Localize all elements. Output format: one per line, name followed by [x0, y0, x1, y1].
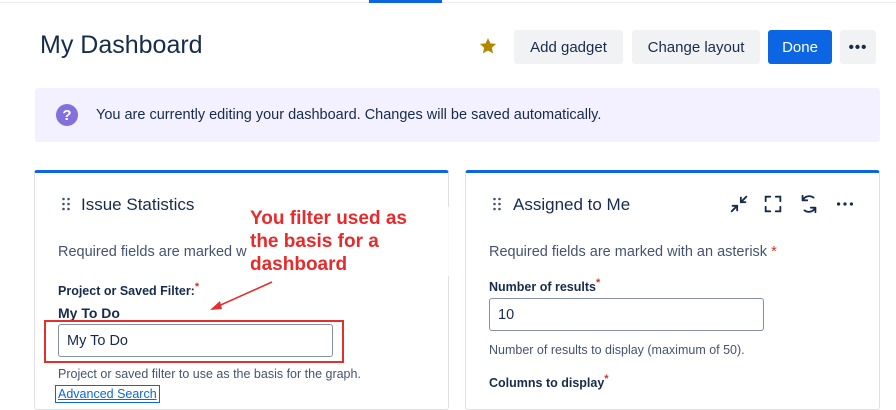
top-nav-strip — [0, 0, 896, 3]
columns-to-display-label-text: Columns to display — [489, 376, 605, 391]
selected-filter-name: My To Do — [58, 305, 120, 321]
drag-handle-icon[interactable] — [61, 197, 71, 211]
filter-help-text: Project or saved filter to use as the ba… — [58, 367, 361, 381]
required-asterisk: * — [771, 244, 777, 260]
number-of-results-help: Number of results to display (maximum of… — [489, 343, 745, 357]
required-asterisk: * — [604, 373, 609, 385]
required-fields-text: Required fields are marked with an aster… — [489, 244, 768, 260]
edit-mode-banner: ? You are currently editing your dashboa… — [35, 88, 880, 142]
gadget-title: Assigned to Me — [513, 195, 631, 214]
minimize-icon[interactable] — [728, 193, 750, 215]
annotation-arrow — [210, 281, 273, 310]
page-title: My Dashboard — [40, 31, 203, 59]
required-asterisk: * — [595, 277, 601, 289]
project-filter-label-text: Project or Saved Filter: — [58, 284, 195, 299]
required-asterisk: * — [194, 281, 200, 293]
done-button[interactable]: Done — [768, 30, 832, 64]
annotation-highlight-box — [44, 320, 344, 363]
number-of-results-input[interactable]: 10 — [489, 298, 764, 331]
star-icon[interactable] — [478, 36, 498, 56]
change-layout-button[interactable]: Change layout — [632, 30, 760, 64]
number-of-results-label-text: Number of results — [489, 280, 596, 295]
columns-to-display-label: Columns to display* — [489, 373, 609, 390]
advanced-search-link[interactable]: Advanced Search — [55, 385, 160, 403]
number-of-results-label: Number of results* — [489, 277, 600, 294]
required-fields-note: Required fields are marked w — [58, 244, 247, 260]
more-actions-button[interactable]: ••• — [840, 30, 876, 64]
active-tab-indicator — [369, 0, 442, 3]
refresh-icon[interactable] — [798, 193, 820, 215]
project-filter-label: Project or Saved Filter:* — [58, 281, 199, 298]
banner-message: You are currently editing your dashboard… — [96, 107, 602, 123]
annotation-callout: You filter used as the basis for a dashb… — [250, 207, 450, 276]
required-fields-note: Required fields are marked with an aster… — [489, 244, 777, 260]
add-gadget-button[interactable]: Add gadget — [514, 30, 623, 64]
drag-handle-icon[interactable] — [492, 197, 502, 211]
more-icon[interactable] — [834, 193, 856, 215]
annotation-line-2: the basis for a — [250, 231, 379, 252]
annotation-line-3: dashboard — [250, 254, 348, 275]
annotation-line-1: You filter used as — [250, 208, 407, 229]
help-icon: ? — [56, 104, 78, 126]
gadget-title: Issue Statistics — [81, 195, 195, 214]
fullscreen-icon[interactable] — [762, 193, 784, 215]
